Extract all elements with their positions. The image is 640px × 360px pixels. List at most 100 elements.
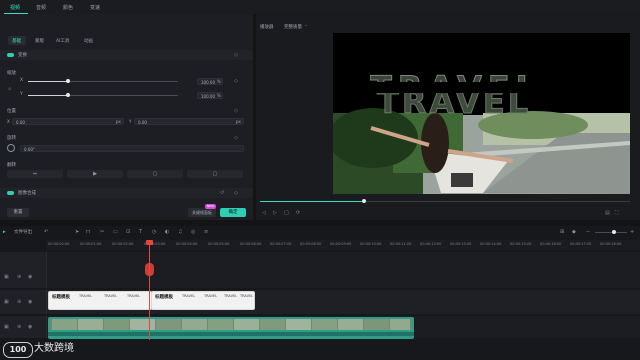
- player-tab[interactable]: 播放器: [260, 24, 274, 30]
- track-2-type-icon: ▣: [4, 299, 9, 305]
- ruler-tick: 00:00:11:00: [390, 242, 412, 246]
- position-keyframe-icon[interactable]: ◇: [234, 108, 238, 114]
- transform-toggle[interactable]: [7, 53, 14, 57]
- flip-vertical-button[interactable]: ▶: [67, 170, 123, 178]
- playback-progress-fill: [260, 201, 364, 202]
- prev-frame-icon[interactable]: ◁: [262, 210, 266, 216]
- zoom-out-icon[interactable]: −: [586, 229, 590, 235]
- scale-x-knob[interactable]: [66, 79, 70, 83]
- zoom-knob[interactable]: [612, 230, 616, 234]
- ruler-tick: 00:00:02:00: [112, 242, 134, 246]
- rotate-input[interactable]: 0.00°: [20, 145, 244, 152]
- travel-title-strip: TRAVEL: [370, 60, 560, 83]
- pos-x-input[interactable]: 0.00: [12, 118, 124, 125]
- scale-y-knob[interactable]: [66, 93, 70, 97]
- scale-x-unit: %: [217, 79, 221, 84]
- tab-speed[interactable]: 变速: [90, 4, 100, 11]
- adjust-icon[interactable]: ≡: [204, 229, 208, 235]
- compositing-toggle[interactable]: [7, 191, 14, 195]
- speed-icon[interactable]: ◷: [152, 229, 156, 235]
- ruler-tick: 00:00:08:00: [300, 242, 322, 246]
- quality-chevron-icon[interactable]: ⌄: [304, 23, 308, 28]
- video-frame: TRAVEL: [333, 33, 630, 194]
- ok-button[interactable]: 确定: [220, 208, 246, 217]
- subtab-mask[interactable]: 蒙版: [35, 38, 44, 44]
- snap-icon[interactable]: ⊞: [560, 229, 564, 235]
- title-clip-1[interactable]: 标题模板 TRAVEL TRAVEL TRAVEL: [48, 291, 152, 310]
- title-clip-2[interactable]: 标题模板 TRAVEL TRAVEL TRAVEL TRAVEL: [151, 291, 255, 310]
- tab-color[interactable]: 颜色: [63, 4, 73, 11]
- delete-icon[interactable]: ▭: [113, 229, 118, 235]
- thumbnail: [208, 319, 233, 330]
- pos-x-label: X: [7, 119, 10, 124]
- ruler-tick: 00:00:14:00: [480, 242, 502, 246]
- split-icon[interactable]: ✂: [100, 229, 104, 235]
- reset-button[interactable]: 重置: [7, 208, 29, 217]
- link-icon[interactable]: ◇: [234, 78, 238, 84]
- flip-horizontal-button[interactable]: ⇔: [7, 170, 63, 178]
- fullscreen-icon[interactable]: ⛶: [615, 210, 619, 216]
- subtab-ai-tools[interactable]: AI工具: [56, 38, 69, 44]
- title-clip-2-item: TRAVEL: [204, 294, 218, 298]
- cursor-tool-icon[interactable]: ➤: [75, 229, 79, 235]
- select-tool-icon[interactable]: ▸: [3, 229, 6, 235]
- title-clip-1-item: TRAVEL: [127, 294, 141, 298]
- video-canvas[interactable]: TRAVEL: [333, 33, 630, 194]
- playhead-handle[interactable]: [146, 240, 153, 245]
- play-icon[interactable]: ▷: [273, 210, 277, 216]
- crop-icon[interactable]: ⊡: [126, 229, 130, 235]
- title-clip-1-label: 标题模板: [52, 295, 70, 300]
- compositing-keyframe-icon[interactable]: ◇: [234, 190, 238, 196]
- transform-header[interactable]: [0, 50, 253, 60]
- track-1-lock-icon[interactable]: ⊕: [17, 324, 21, 330]
- color-icon[interactable]: ◐: [165, 229, 169, 235]
- track-3-lock-icon[interactable]: ⊕: [17, 274, 21, 280]
- mask-icon[interactable]: ◎: [191, 229, 195, 235]
- playhead-drag-knob[interactable]: [145, 263, 154, 276]
- zoom-slider[interactable]: [595, 232, 627, 233]
- subtab-animation[interactable]: 动画: [84, 38, 93, 44]
- subtab-basic[interactable]: 基础: [12, 38, 21, 44]
- rotate-keyframe-icon[interactable]: ◇: [234, 135, 238, 141]
- rotate-180-button[interactable]: ▢: [187, 170, 243, 178]
- marker-icon[interactable]: ◆: [572, 229, 576, 235]
- quality-dropdown[interactable]: 完整质量: [284, 24, 302, 30]
- audio-icon[interactable]: ♫: [178, 229, 182, 235]
- thumbnail: [182, 319, 207, 330]
- export-label[interactable]: 文件导出: [14, 229, 32, 235]
- ruler-tick: 00:00:06:00: [240, 242, 262, 246]
- track-2-lock-icon[interactable]: ⊕: [17, 299, 21, 305]
- rotate-dial[interactable]: [7, 144, 15, 152]
- track-1-eye-icon[interactable]: ◉: [28, 324, 32, 330]
- playback-progress-knob[interactable]: [362, 199, 366, 203]
- keyframe-diamond-icon[interactable]: ◇: [234, 52, 238, 58]
- rotate-90-button[interactable]: ▢: [127, 170, 183, 178]
- thumbnail: [312, 319, 337, 330]
- compositing-header[interactable]: [0, 188, 253, 198]
- ruler-tick: 00:00:05:00: [208, 242, 230, 246]
- keyframe-panel-button[interactable]: 关键帧面板: [188, 208, 216, 217]
- new-badge: NEW: [205, 204, 216, 209]
- thumbnail: [78, 319, 103, 330]
- text-tool-icon[interactable]: T: [139, 229, 142, 235]
- ruler-tick: 00:00:00:00: [48, 242, 70, 246]
- pos-y-unit: px: [236, 119, 241, 124]
- track-3-eye-icon[interactable]: ◉: [28, 274, 32, 280]
- thumbnail: [156, 319, 181, 330]
- thumbnail: [130, 319, 155, 330]
- undo-icon[interactable]: ↺: [220, 190, 224, 196]
- rotate-label: 旋转: [7, 136, 16, 141]
- lock-ratio-icon[interactable]: ⊘: [8, 86, 11, 91]
- magnet-icon[interactable]: ⊓: [86, 229, 90, 235]
- render-icon[interactable]: ▤: [605, 210, 610, 216]
- tab-audio[interactable]: 音频: [36, 4, 46, 11]
- pos-y-input[interactable]: 0.00: [134, 118, 244, 125]
- ruler-tick: 00:00:15:00: [510, 242, 532, 246]
- undo-tl-icon[interactable]: ↶: [44, 229, 48, 235]
- zoom-in-icon[interactable]: +: [630, 229, 634, 235]
- stop-icon[interactable]: □: [284, 210, 289, 216]
- playhead-line: [149, 240, 150, 340]
- tab-video[interactable]: 视频: [10, 4, 20, 11]
- loop-icon[interactable]: ⟳: [296, 210, 300, 216]
- track-2-eye-icon[interactable]: ◉: [28, 299, 32, 305]
